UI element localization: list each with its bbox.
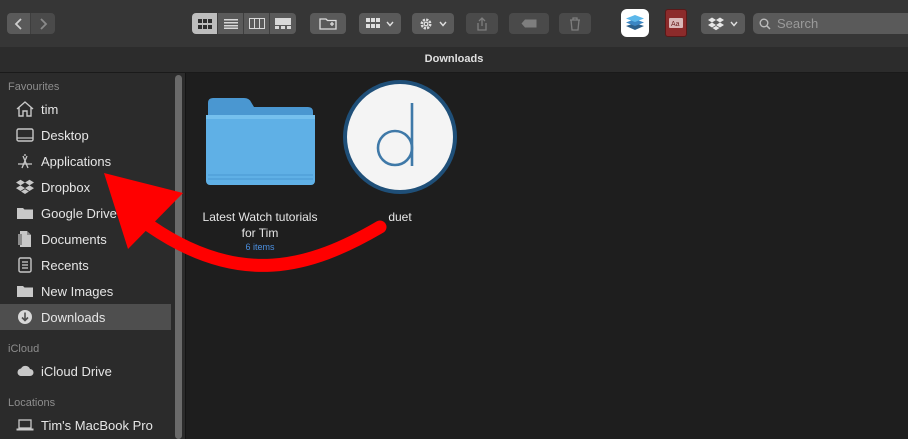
gear-icon (420, 18, 432, 29)
forward-button[interactable] (31, 13, 55, 34)
sidebar-item-recents[interactable]: Recents (0, 252, 171, 278)
sidebar-item-label: Recents (41, 257, 89, 273)
dropbox-icon (708, 17, 724, 30)
sidebar: Favourites tim Desktop Applications Drop… (0, 73, 171, 439)
group-by-button[interactable] (359, 13, 401, 34)
desktop-icon (15, 126, 35, 144)
sidebar-item-label: Dropbox (41, 179, 91, 195)
applications-icon (15, 152, 35, 170)
column-view-button[interactable] (244, 13, 270, 34)
dictionary-icon: Aa (669, 18, 683, 28)
trash-icon (570, 16, 580, 31)
sidebar-item-label: Documents (41, 231, 107, 247)
toolbar: Aa (0, 0, 908, 48)
house-icon (15, 100, 35, 118)
file-name-line2: for Tim (241, 226, 279, 240)
scrollbar-thumb[interactable] (175, 75, 182, 439)
new-folder-icon (319, 18, 337, 30)
tag-icon (521, 19, 537, 28)
sidebar-item-label: Tim's MacBook Pro (41, 417, 153, 433)
document-icon (15, 230, 35, 248)
list-view-button[interactable] (218, 13, 244, 34)
recents-icon (15, 256, 35, 274)
dictionary-app-button[interactable]: Aa (665, 9, 687, 37)
icon-view-button[interactable] (192, 13, 218, 34)
sidebar-item-label: Google Drive (41, 205, 117, 221)
laptop-icon (15, 416, 35, 434)
cloud-icon (15, 362, 35, 380)
back-button[interactable] (7, 13, 31, 34)
sidebar-section-header-icloud: iCloud (8, 343, 40, 355)
sidebar-section-header-favourites: Favourites (8, 81, 60, 93)
group-grid-icon (366, 18, 380, 28)
layers-app-button[interactable] (621, 9, 649, 37)
share-icon (477, 16, 487, 31)
sidebar-item-new-images[interactable]: New Images (0, 278, 171, 304)
search-input[interactable] (775, 15, 899, 32)
window-title: Downloads (0, 47, 908, 73)
new-folder-button[interactable] (310, 13, 346, 34)
chevron-right-icon (40, 17, 48, 30)
sidebar-item-label: iCloud Drive (41, 363, 112, 379)
sidebar-item-dropbox[interactable]: Dropbox (0, 174, 171, 200)
chevron-down-icon (730, 21, 738, 27)
file-name-line1: Latest Watch tutorials (202, 210, 318, 224)
file-item-duet[interactable]: duet (338, 73, 462, 233)
chevron-left-icon (14, 17, 22, 30)
sidebar-section-header-locations: Locations (8, 397, 56, 409)
action-menu-button[interactable] (412, 13, 454, 34)
gallery-view-button[interactable] (270, 13, 296, 34)
file-item-folder[interactable]: Latest Watch tutorials for Tim 6 items (186, 73, 336, 263)
layers-icon (626, 15, 644, 30)
duet-app-icon (343, 80, 457, 194)
nav-buttons (7, 13, 55, 34)
file-item-count: 6 items (245, 242, 275, 252)
sidebar-item-google-drive[interactable]: Google Drive (0, 200, 171, 226)
svg-text:Aa: Aa (671, 21, 680, 28)
dropbox-menu-button[interactable] (701, 13, 745, 34)
sidebar-item-downloads[interactable]: Downloads (0, 304, 171, 330)
folder-icon (206, 98, 315, 185)
window-title-text: Downloads (424, 53, 484, 65)
search-icon (759, 18, 771, 30)
trash-button[interactable] (559, 13, 591, 34)
sidebar-item-documents[interactable]: Documents (0, 226, 171, 252)
folder-icon (15, 282, 35, 300)
gallery-icon (275, 18, 291, 29)
list-icon (223, 18, 238, 29)
grid-icon (197, 18, 212, 29)
file-name: duet (388, 210, 412, 224)
sidebar-item-label: Applications (41, 153, 112, 169)
sidebar-item-applications[interactable]: Applications (0, 148, 171, 174)
chevron-down-icon (386, 21, 394, 27)
share-button[interactable] (466, 13, 498, 34)
chevron-down-icon (439, 21, 447, 27)
sidebar-scrollbar[interactable] (171, 73, 186, 439)
sidebar-item-desktop[interactable]: Desktop (0, 122, 171, 148)
sidebar-item-label: Downloads (41, 309, 106, 325)
sidebar-item-label: New Images (41, 283, 114, 299)
view-mode-control (192, 13, 296, 34)
tag-button[interactable] (509, 13, 549, 34)
sidebar-item-icloud-drive[interactable]: iCloud Drive (0, 358, 171, 384)
sidebar-item-label: Desktop (41, 127, 89, 143)
file-browser-content: Latest Watch tutorials for Tim 6 items d… (186, 73, 908, 439)
file-name: Latest Watch tutorials for Tim (186, 209, 334, 241)
folder-icon (15, 204, 35, 222)
sidebar-item-tim[interactable]: tim (0, 96, 171, 122)
search-field[interactable] (753, 13, 908, 34)
sidebar-item-macbook[interactable]: Tim's MacBook Pro (0, 412, 171, 438)
columns-icon (248, 18, 265, 29)
sidebar-item-label: tim (41, 101, 59, 117)
downloads-icon (15, 308, 35, 326)
dropbox-icon (15, 178, 35, 196)
